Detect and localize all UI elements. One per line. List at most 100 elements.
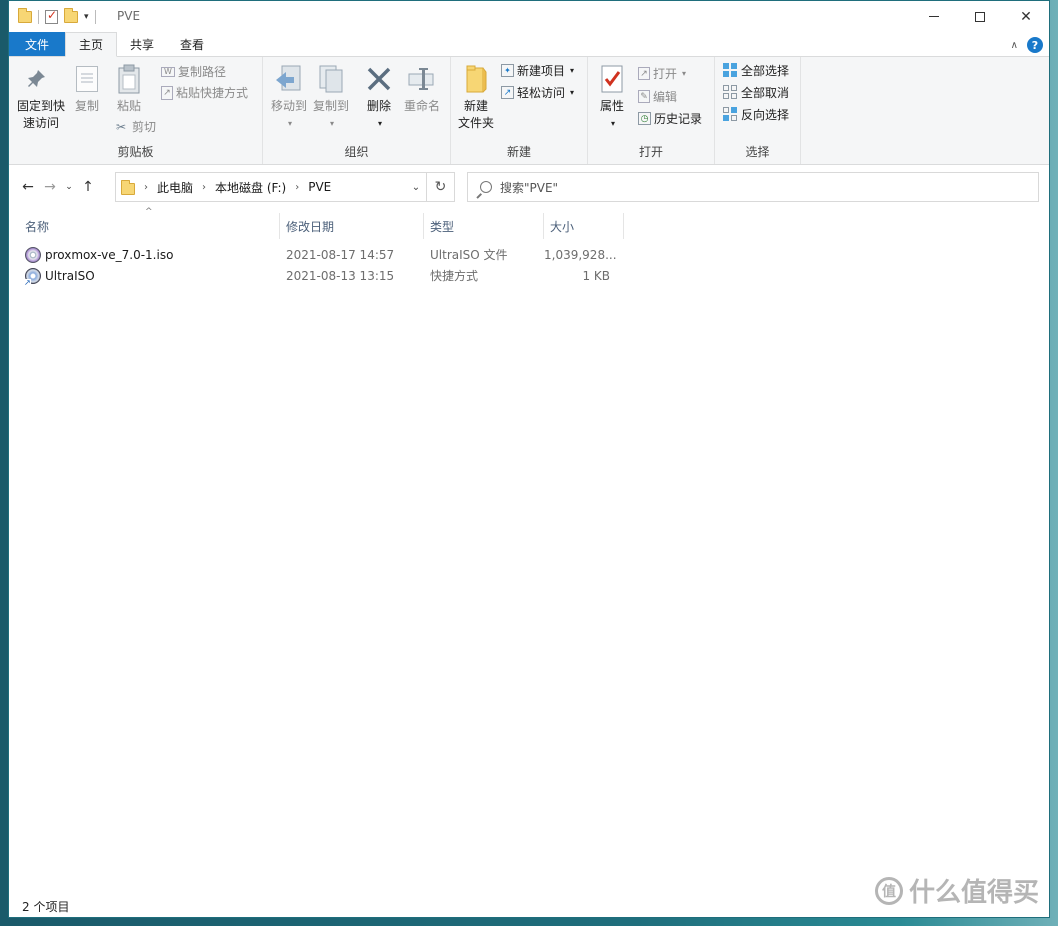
easy-access-dropdown-icon: ▾: [570, 88, 575, 97]
up-button[interactable]: ↑: [77, 179, 99, 195]
folder-icon[interactable]: [18, 7, 32, 23]
breadcrumb-this-pc[interactable]: 此电脑: [157, 179, 193, 196]
select-group-label: 选择: [745, 145, 770, 159]
column-type-label: 类型: [430, 219, 455, 234]
new-group-label: 新建: [506, 145, 531, 159]
history-label: 历史记录: [654, 112, 703, 126]
pin-label-line2: 速访问: [22, 116, 59, 130]
move-to-label: 移动到: [270, 99, 307, 113]
select-group: 全部选择 全部取消 反向选择 选择: [715, 57, 801, 164]
table-row[interactable]: proxmox-ve_7.0-1.iso 2021-08-17 14:57 Ul…: [9, 244, 617, 265]
select-all-button[interactable]: 全部选择: [722, 62, 789, 79]
column-size[interactable]: 大小: [544, 213, 624, 239]
navigation-bar: ← → ⌄ ↑ › 此电脑 › 本地磁盘 (F:) › PVE ⌄ ↻ 搜索"P…: [9, 165, 1049, 209]
properties-dropdown-icon: ▾: [610, 119, 615, 128]
maximize-button[interactable]: [957, 1, 1003, 32]
new-folder-icon: [460, 63, 492, 95]
column-size-label: 大小: [550, 219, 575, 234]
tab-view[interactable]: 查看: [167, 32, 217, 56]
copy-to-button[interactable]: 复制到 ▾: [309, 63, 353, 132]
open-dropdown-icon: ▾: [682, 69, 687, 78]
properties-button[interactable]: 属性 ▾: [594, 63, 630, 132]
sort-ascending-icon: ^: [145, 207, 153, 217]
move-to-dropdown-icon: ▾: [287, 119, 292, 128]
open-label: 打开: [653, 67, 678, 81]
easy-access-icon: ↗: [501, 86, 514, 99]
move-to-button[interactable]: 移动到 ▾: [267, 63, 311, 132]
organize-group-label: 组织: [344, 145, 369, 159]
address-bar[interactable]: › 此电脑 › 本地磁盘 (F:) › PVE ⌄ ↻: [115, 172, 455, 202]
clipboard-group-label: 剪贴板: [117, 145, 154, 159]
close-icon: ✕: [1020, 8, 1032, 25]
file-name: UltraISO: [45, 268, 95, 283]
recent-locations-button[interactable]: ⌄: [61, 182, 77, 192]
new-folder-icon[interactable]: [64, 7, 78, 23]
new-item-dropdown-icon: ▾: [570, 66, 575, 75]
clipboard-group: 固定到快 速访问 复制 粘贴 W 复制路径 ↗ 粘贴快捷方式 ✂ 剪切 剪贴板: [9, 57, 263, 164]
breadcrumb: › 此电脑 › 本地磁盘 (F:) › PVE: [116, 179, 406, 196]
copy-to-icon: [315, 63, 347, 95]
breadcrumb-separator[interactable]: ›: [144, 182, 148, 193]
column-name-label: 名称: [25, 219, 50, 234]
properties-label: 属性: [599, 99, 624, 113]
delete-button[interactable]: 删除 ▾: [361, 63, 397, 132]
column-type[interactable]: 类型: [424, 213, 544, 239]
properties-check-icon[interactable]: [45, 8, 58, 24]
history-button[interactable]: ◷ 历史记录: [638, 110, 702, 127]
qat-dropdown-icon[interactable]: ▾: [84, 12, 89, 22]
copy-button[interactable]: 复制: [69, 63, 105, 115]
minimize-icon: [929, 16, 939, 17]
qat-separator: [38, 9, 39, 24]
close-button[interactable]: ✕: [1003, 1, 1049, 32]
breadcrumb-pve[interactable]: PVE: [308, 180, 331, 194]
new-folder-button[interactable]: 新建 文件夹: [455, 63, 497, 132]
select-all-icon: [722, 63, 738, 79]
back-button[interactable]: ←: [17, 179, 39, 195]
tab-share[interactable]: 共享: [117, 32, 167, 56]
copy-path-button[interactable]: W 复制路径: [161, 63, 226, 80]
minimize-button[interactable]: [911, 1, 957, 32]
forward-button[interactable]: →: [39, 179, 61, 195]
pin-quick-access-button[interactable]: 固定到快 速访问: [15, 63, 67, 132]
column-modified[interactable]: 修改日期: [280, 213, 424, 239]
breadcrumb-local-disk[interactable]: 本地磁盘 (F:): [215, 179, 286, 196]
file-size: 1 KB: [582, 268, 610, 283]
tab-home[interactable]: 主页: [65, 32, 118, 57]
cut-button[interactable]: ✂ 剪切: [113, 118, 156, 135]
edit-button[interactable]: ✎ 编辑: [638, 88, 677, 105]
address-dropdown-icon[interactable]: ⌄: [406, 182, 426, 193]
select-none-button[interactable]: 全部取消: [722, 84, 789, 101]
rename-button[interactable]: 重命名: [399, 63, 445, 115]
invert-selection-button[interactable]: 反向选择: [722, 106, 789, 123]
table-row[interactable]: UltraISO 2021-08-13 13:15 快捷方式 1 KB: [9, 265, 616, 287]
breadcrumb-separator[interactable]: ›: [202, 182, 206, 193]
paste-button[interactable]: 粘贴: [111, 63, 147, 115]
column-name[interactable]: ^ 名称: [9, 207, 280, 239]
new-item-button[interactable]: ✦ 新建项目 ▾: [501, 62, 574, 79]
scissors-icon: ✂: [115, 119, 127, 134]
breadcrumb-separator[interactable]: ›: [295, 182, 299, 193]
history-icon: ◷: [638, 112, 651, 125]
file-name-cell: proxmox-ve_7.0-1.iso: [9, 246, 280, 263]
copy-to-label: 复制到: [312, 99, 349, 113]
file-type: UltraISO 文件: [430, 248, 508, 262]
refresh-button[interactable]: ↻: [426, 173, 454, 201]
collapse-ribbon-icon[interactable]: ∧: [1011, 40, 1018, 51]
paste-shortcut-label: 粘贴快捷方式: [176, 86, 249, 100]
paste-shortcut-button[interactable]: ↗ 粘贴快捷方式: [161, 84, 248, 101]
file-type: 快捷方式: [430, 269, 479, 283]
search-icon: [480, 181, 492, 193]
tab-file[interactable]: 文件: [9, 32, 66, 56]
explorer-window: ▾ PVE ✕ 文件 主页 共享 查看 ∧ ? 固定到快 速访问: [8, 0, 1050, 918]
open-button[interactable]: ↗ 打开 ▾: [638, 65, 686, 82]
help-icon[interactable]: ?: [1027, 37, 1043, 53]
file-list-header: ^ 名称 修改日期 类型 大小: [9, 207, 624, 239]
search-box[interactable]: 搜索"PVE": [467, 172, 1039, 202]
copy-label: 复制: [74, 99, 99, 113]
watermark-logo: 值: [874, 876, 903, 905]
open-icon: ↗: [638, 67, 650, 80]
invert-selection-label: 反向选择: [741, 108, 790, 122]
window-title: PVE: [117, 9, 141, 23]
easy-access-button[interactable]: ↗ 轻松访问 ▾: [501, 84, 574, 101]
paste-icon: [113, 63, 145, 95]
